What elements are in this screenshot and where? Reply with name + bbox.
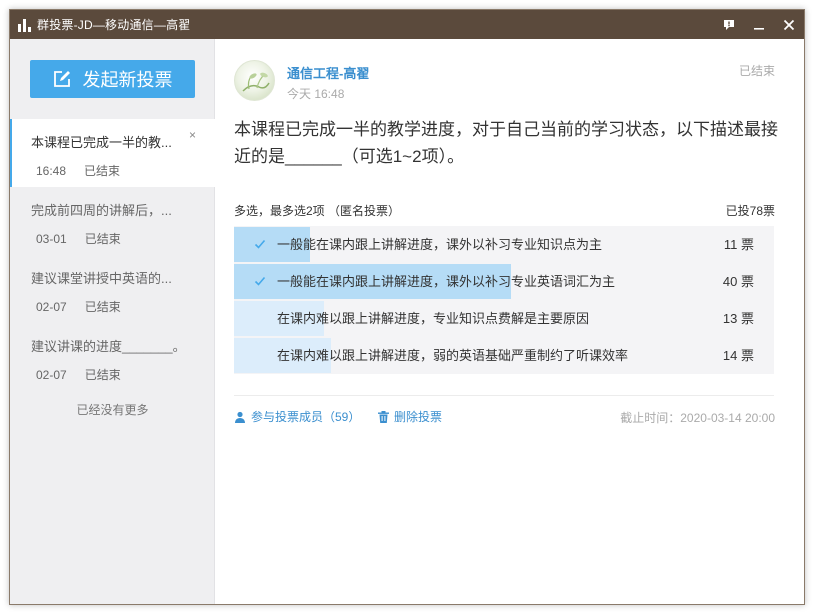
vote-option[interactable]: 一般能在课内跟上讲解进度，课外以补习专业知识点为主 11 票 xyxy=(234,226,774,263)
option-count: 14 票 xyxy=(722,348,754,363)
title-bar: 群投票-JD—移动通信—高翟 xyxy=(10,10,804,39)
vote-item-title: 完成前四周的讲解后，... xyxy=(31,203,172,218)
vote-option[interactable]: 在课内难以跟上讲解进度，弱的英语基础严重制约了听课效率 14 票 xyxy=(234,337,774,374)
vote-options: 一般能在课内跟上讲解进度，课外以补习专业知识点为主 11 票 一般能在课内跟上讲… xyxy=(234,226,774,374)
vote-members-link[interactable]: 参与投票成员（59） xyxy=(234,408,360,425)
vote-item-title: 本课程已完成一半的教... xyxy=(31,135,172,150)
voted-total: 已投78票 xyxy=(725,204,775,218)
vote-item-meta: 03-01 已结束 xyxy=(31,230,215,247)
check-icon xyxy=(254,276,266,286)
no-more-text: 已经没有更多 xyxy=(76,403,149,417)
option-count: 11 票 xyxy=(723,237,754,252)
delete-vote-link[interactable]: 删除投票 xyxy=(378,408,442,425)
vote-item-time: 02-07 xyxy=(36,300,67,314)
bar-chart-icon xyxy=(18,18,32,32)
delete-label: 删除投票 xyxy=(394,410,443,424)
option-label: 在课内难以跟上讲解进度，弱的英语基础严重制约了听课效率 xyxy=(277,348,629,363)
vote-option[interactable]: 一般能在课内跟上讲解进度，课外以补习专业英语词汇为主 40 票 xyxy=(234,263,774,300)
vote-item-status: 已结束 xyxy=(84,164,121,178)
window-controls xyxy=(714,10,804,39)
author-name[interactable]: 通信工程-高翟 xyxy=(287,63,369,82)
edit-icon xyxy=(53,70,71,88)
window-title: 群投票-JD—移动通信—高翟 xyxy=(37,18,191,32)
vote-option[interactable]: 在课内难以跟上讲解进度，专业知识点费解是主要原因 13 票 xyxy=(234,300,774,337)
close-icon[interactable] xyxy=(774,10,804,39)
option-count: 40 票 xyxy=(722,274,754,289)
vote-item-time: 02-07 xyxy=(36,368,67,382)
vote-window: 群投票-JD—移动通信—高翟 发起新投票 本课程已完成一半的教... 16:48… xyxy=(9,9,805,605)
trash-icon xyxy=(378,410,389,423)
option-label: 一般能在课内跟上讲解进度，课外以补习专业知识点为主 xyxy=(277,237,603,252)
vote-item-meta: 16:48 已结束 xyxy=(31,162,215,179)
vote-detail: 通信工程-高翟 今天 16:48 已结束 本课程已完成一半的教学进度，对于自己当… xyxy=(216,39,804,604)
vote-item-title: 建议课堂讲授中英语的... xyxy=(31,271,172,286)
members-label: 参与投票成员（59） xyxy=(251,410,361,424)
option-label: 一般能在课内跟上讲解进度，课外以补习专业英语词汇为主 xyxy=(277,274,616,289)
vote-question: 本课程已完成一半的教学进度，对于自己当前的学习状态，以下描述最接近的是_____… xyxy=(234,120,778,166)
option-label: 在课内难以跟上讲解进度，专业知识点费解是主要原因 xyxy=(277,311,590,326)
remove-item-icon[interactable]: × xyxy=(189,129,199,141)
vote-item-status: 已结束 xyxy=(84,232,121,246)
post-time: 今天 16:48 xyxy=(287,87,345,101)
vote-list: 本课程已完成一半的教... 16:48 已结束 × 完成前四周的讲解后，... 0… xyxy=(10,119,215,418)
vote-item-title: 建议讲课的进度_______。 xyxy=(31,339,186,354)
vote-list-item[interactable]: 建议讲课的进度_______。 02-07 已结束 xyxy=(10,323,215,391)
feedback-icon[interactable] xyxy=(714,10,744,39)
minimize-icon[interactable] xyxy=(744,10,774,39)
vote-item-meta: 02-07 已结束 xyxy=(31,298,215,315)
vote-list-item[interactable]: 完成前四周的讲解后，... 03-01 已结束 xyxy=(10,187,215,255)
check-icon xyxy=(254,239,266,249)
vote-item-status: 已结束 xyxy=(84,368,121,382)
vote-sidebar: 发起新投票 本课程已完成一半的教... 16:48 已结束 × 完成前四周的讲解后… xyxy=(10,39,215,604)
divider xyxy=(234,395,774,396)
vote-list-item[interactable]: 本课程已完成一半的教... 16:48 已结束 × xyxy=(10,119,215,187)
vote-item-status: 已结束 xyxy=(84,300,121,314)
vote-item-time: 16:48 xyxy=(36,164,67,178)
status-badge: 已结束 xyxy=(738,64,775,78)
vote-item-time: 03-01 xyxy=(36,232,67,246)
avatar[interactable] xyxy=(234,60,275,101)
vote-type-info: 多选，最多选2项 （匿名投票） xyxy=(234,204,401,218)
new-vote-button[interactable]: 发起新投票 xyxy=(30,60,195,98)
vote-item-meta: 02-07 已结束 xyxy=(31,366,215,383)
deadline-text: 截止时间：2020-03-14 20:00 xyxy=(620,411,775,425)
new-vote-label: 发起新投票 xyxy=(82,70,173,90)
option-count: 13 票 xyxy=(722,311,754,326)
person-icon xyxy=(234,411,246,423)
vote-list-item[interactable]: 建议课堂讲授中英语的... 02-07 已结束 xyxy=(10,255,215,323)
